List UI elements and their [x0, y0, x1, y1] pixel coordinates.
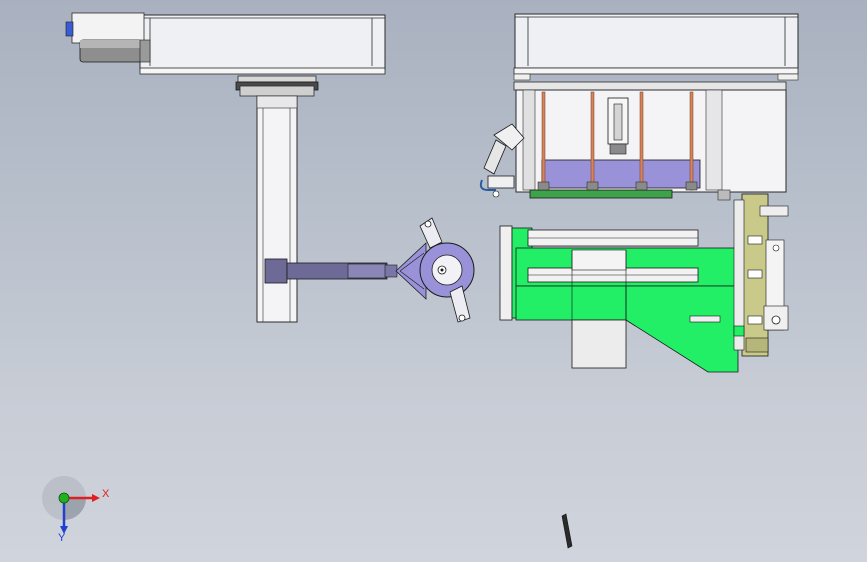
right-top-housing — [513, 13, 799, 81]
small-part-artifact — [561, 513, 573, 549]
green-gripper-block — [499, 225, 739, 373]
y-axis-label: Y — [58, 532, 66, 544]
left-horizontal-arm — [264, 258, 398, 284]
x-axis-label: X — [102, 488, 110, 500]
left-flange — [235, 75, 319, 97]
assembly-drawing: X Y — [42, 12, 799, 549]
cad-viewport[interactable]: X Y — [0, 0, 867, 562]
olive-vertical-rail — [733, 193, 789, 357]
left-top-housing — [139, 14, 386, 75]
right-frame — [513, 81, 787, 201]
triad-origin — [58, 492, 70, 504]
left-motor — [65, 12, 151, 63]
rotary-gripper-head — [395, 217, 475, 323]
coordinate-triad: X Y — [42, 476, 110, 544]
center-cylinder — [607, 97, 629, 155]
left-vertical-column — [256, 95, 298, 323]
